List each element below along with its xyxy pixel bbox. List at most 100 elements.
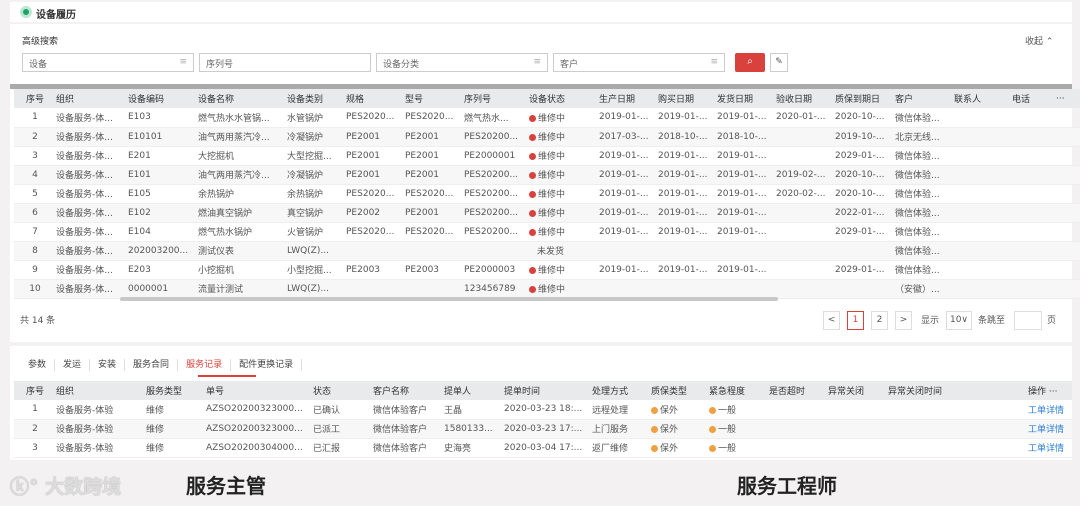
prev-page-button[interactable]: <	[823, 311, 840, 330]
column-header[interactable]: 购买日期	[656, 89, 715, 108]
clear-button[interactable]: ✎	[770, 53, 788, 72]
table-cell: 设备服务-体...	[54, 184, 126, 204]
table-row[interactable]: 7 设备服务-体... E104 燃气热水锅炉 火管锅炉 PES2020... PES202…	[14, 222, 1080, 242]
column-header[interactable]: 生产日期	[597, 89, 656, 108]
tab-3[interactable]: 服务合同	[125, 359, 179, 371]
column-header[interactable]: 客户	[893, 89, 952, 108]
column-header[interactable]: 状态	[311, 381, 371, 400]
table-cell	[1054, 203, 1080, 223]
column-header[interactable]: 处理方式	[590, 381, 649, 400]
column-header[interactable]: 组织	[54, 381, 144, 400]
table-row[interactable]: 1 设备服务-体... E103 燃气热水水管锅... 水管锅炉 PES2020... PE…	[14, 108, 1080, 128]
table-cell: 2020-03-23 18:...	[502, 400, 590, 420]
table-cell: 8	[14, 241, 54, 261]
table-row[interactable]: 2 设备服务-体... E10101 油气两用蒸汽冷... 冷凝锅炉 PE2001 PE20…	[14, 127, 1080, 147]
table-cell	[1010, 222, 1054, 242]
column-header[interactable]: 设备状态	[527, 89, 597, 108]
table-cell: 微信体验客户	[371, 400, 442, 420]
serial-filter[interactable]: 序列号	[199, 53, 371, 72]
title-bar	[10, 2, 1072, 22]
page-size-select[interactable]: 10∨	[946, 311, 972, 330]
table-row[interactable]: 9 设备服务-体... E203 小挖掘机 小型挖掘... PE2003 PE2003 PE2…	[14, 260, 1080, 280]
table-cell: 维修中	[527, 203, 597, 223]
column-header[interactable]: 序号	[14, 381, 54, 400]
horizontal-scrollbar[interactable]	[120, 297, 778, 301]
category-filter[interactable]: 设备分类 ≡	[376, 53, 548, 72]
collapse-button[interactable]: 收起 ⌃	[1025, 34, 1053, 47]
column-header[interactable]: 序号	[14, 89, 54, 108]
column-header[interactable]: 设备名称	[196, 89, 285, 108]
table-cell: 工单详情	[1026, 438, 1072, 458]
table-cell: 2019-01-...	[597, 203, 656, 223]
column-header[interactable]: ···	[1054, 89, 1080, 108]
column-header[interactable]: 是否超时	[767, 381, 826, 400]
column-header[interactable]: 发货日期	[715, 89, 774, 108]
column-header[interactable]: 单号	[204, 381, 311, 400]
table-row[interactable]: 4 设备服务-体... E101 油气两用蒸汽冷... 冷凝锅炉 PE2001 PE2001…	[14, 165, 1080, 185]
status-dot-icon	[529, 134, 536, 141]
table-row[interactable]: 8 设备服务-体... 202003200... 测试仪表 LWQ(Z)... 未发货 微信…	[14, 241, 1080, 261]
column-header[interactable]: 设备编码	[126, 89, 196, 108]
table-row[interactable]: 10 设备服务-体... 0000001 流量计测试 LWQ(Z)... 12345678…	[14, 279, 1080, 299]
column-header[interactable]: 规格	[344, 89, 403, 108]
table-cell: PE2001	[344, 146, 403, 166]
table-cell: 微信体验客户	[371, 438, 442, 458]
orange-dot-icon	[709, 406, 716, 414]
table-cell: 5	[14, 184, 54, 204]
column-header[interactable]: 提单时间	[502, 381, 590, 400]
column-header[interactable]: 异常关闭时间	[886, 381, 1026, 400]
table-row[interactable]: 3 设备服务-体验 维修 AZSO20200304000... 已汇报 微信体验客户 史海亮…	[14, 438, 1072, 458]
table-cell: 已汇报	[311, 438, 371, 458]
column-header[interactable]: 组织	[54, 89, 126, 108]
table-row[interactable]: 3 设备服务-体... E201 大挖掘机 大型挖掘... PE2001 PE2001 PE2…	[14, 146, 1080, 166]
status-dot-icon	[529, 114, 536, 122]
table-cell: 一般	[707, 419, 767, 439]
tag-text: 一般	[718, 405, 737, 416]
tab-0[interactable]: 参数	[20, 359, 56, 371]
column-header[interactable]: 异常关闭	[826, 381, 886, 400]
column-header[interactable]: 质保类型	[649, 381, 707, 400]
table-cell: PE2000001	[462, 146, 527, 166]
next-page-button[interactable]: >	[895, 311, 912, 330]
equipment-filter[interactable]: 设备 ≡	[22, 53, 194, 72]
column-header[interactable]: 质保到期日	[833, 89, 893, 108]
column-header[interactable]: 序列号	[462, 89, 527, 108]
page-2-button[interactable]: 2	[871, 311, 888, 330]
column-header[interactable]: 紧急程度	[707, 381, 767, 400]
table-cell: LWQ(Z)...	[285, 279, 344, 299]
table-cell: PE2003	[403, 260, 462, 280]
table-row[interactable]: 6 设备服务-体... E102 燃油真空锅炉 真空锅炉 PE2002 PE2001 PES2…	[14, 203, 1080, 223]
table-row[interactable]: 1 设备服务-体验 维修 AZSO20200323000... 已确认 微信体验客户 王晶 2…	[14, 400, 1072, 420]
jump-page-input[interactable]	[1014, 311, 1042, 330]
column-header[interactable]: 验收日期	[774, 89, 833, 108]
tab-5[interactable]: 配件更换记录	[231, 359, 303, 371]
column-header[interactable]: 电话	[1010, 89, 1054, 108]
tab-4[interactable]: 服务记录	[178, 359, 232, 371]
tab-2[interactable]: 安装	[90, 359, 126, 371]
page-1-button[interactable]: 1	[847, 311, 864, 330]
work-order-detail-link[interactable]: 工单详情	[1028, 406, 1064, 416]
work-order-detail-link[interactable]: 工单详情	[1028, 444, 1064, 454]
table-cell: 设备服务-体...	[54, 260, 126, 280]
work-order-detail-link[interactable]: 工单详情	[1028, 425, 1064, 435]
column-header[interactable]: 型号	[403, 89, 462, 108]
table-cell	[767, 400, 826, 420]
column-header[interactable]: 服务类型	[144, 381, 204, 400]
column-header[interactable]: 客户名称	[371, 381, 442, 400]
table-cell: 水管锅炉	[285, 108, 344, 128]
column-header[interactable]: 操作 ···	[1026, 381, 1072, 400]
table-cell: PE2001	[403, 146, 462, 166]
column-header[interactable]: 设备类别	[285, 89, 344, 108]
table-cell: 燃气热水水管锅...	[196, 108, 285, 128]
search-button[interactable]: ⌕	[735, 53, 765, 72]
tab-1[interactable]: 发运	[55, 359, 91, 371]
customer-filter[interactable]: 客户 ≡	[553, 53, 725, 72]
table-cell: 火管锅炉	[285, 222, 344, 242]
orange-dot-icon	[709, 445, 716, 452]
table-cell: 123456789	[462, 279, 527, 299]
table-row[interactable]: 2 设备服务-体验 维修 AZSO20200323000... 已派工 微信体验客户 158…	[14, 419, 1072, 439]
table-row[interactable]: 5 设备服务-体... E105 余热锅炉 余热锅炉 PES2020... PES2020.…	[14, 184, 1080, 204]
column-header[interactable]: 提单人	[442, 381, 502, 400]
table-cell: PES2020...	[403, 184, 462, 204]
column-header[interactable]: 联系人	[952, 89, 1010, 108]
